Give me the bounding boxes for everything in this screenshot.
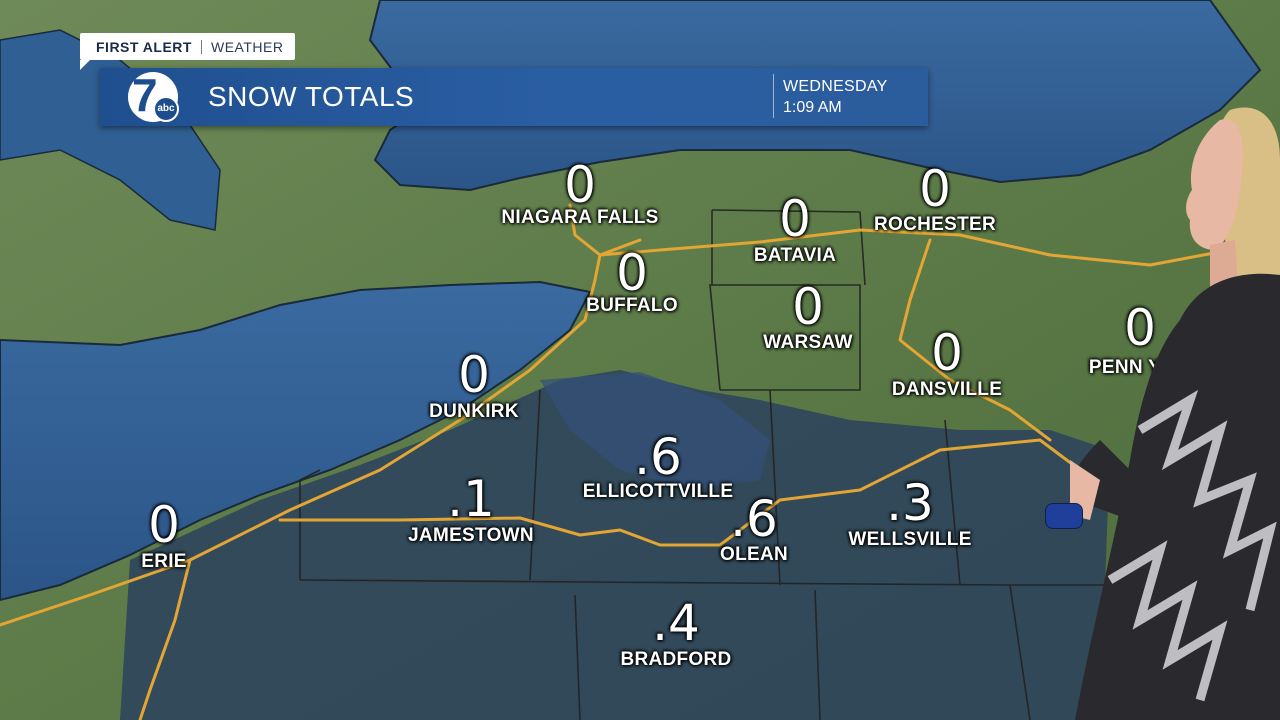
tag-divider <box>200 39 202 54</box>
title-banner: 7 abc SNOW TOTALS WEDNESDAY 1:09 AM <box>100 68 928 126</box>
city-niagara-falls: NIAGARA FALLS <box>501 207 659 228</box>
city-bradford: BRADFORD <box>620 649 732 670</box>
value-jamestown: .1 <box>447 470 495 528</box>
value-niagara-falls: 0 <box>564 156 596 214</box>
city-rochester: ROCHESTER <box>874 214 996 235</box>
tag-secondary: WEATHER <box>210 38 284 55</box>
value-warsaw: 0 <box>792 278 824 336</box>
city-dansville: DANSVILLE <box>891 379 1003 400</box>
value-wellsville: .3 <box>886 474 934 532</box>
city-jamestown: JAMESTOWN <box>408 525 534 546</box>
city-dunkirk: DUNKIRK <box>429 401 519 422</box>
presenter-silhouette <box>1070 107 1280 720</box>
value-dansville: 0 <box>931 324 963 382</box>
city-buffalo: BUFFALO <box>586 295 678 316</box>
city-wellsville: WELLSVILLE <box>848 529 972 550</box>
time-label: 1:09 AM <box>783 99 842 116</box>
value-rochester: 0 <box>919 160 951 218</box>
title-divider <box>773 74 774 118</box>
day-label: WEDNESDAY <box>783 78 888 95</box>
value-buffalo: 0 <box>616 244 648 302</box>
page-title: SNOW TOTALS <box>208 81 415 112</box>
value-batavia: 0 <box>779 190 811 248</box>
tag-primary: FIRST ALERT <box>96 38 192 55</box>
first-alert-tag: FIRST ALERT WEATHER <box>80 33 296 60</box>
city-warsaw: WARSAW <box>763 332 853 353</box>
value-dunkirk: 0 <box>458 346 490 404</box>
value-bradford: .4 <box>652 594 700 652</box>
logo-abc: abc <box>153 96 179 122</box>
value-erie: 0 <box>148 496 180 554</box>
value-olean: .6 <box>730 490 778 548</box>
city-erie: ERIE <box>141 551 187 572</box>
value-ellicottville: .6 <box>634 428 682 486</box>
station-logo: 7 abc <box>128 70 179 122</box>
city-ellicottville: ELLICOTTVILLE <box>582 481 734 502</box>
city-olean: OLEAN <box>720 544 788 565</box>
city-batavia: BATAVIA <box>753 245 837 266</box>
clicker-remote <box>1045 503 1083 529</box>
tag-notch <box>80 60 90 70</box>
